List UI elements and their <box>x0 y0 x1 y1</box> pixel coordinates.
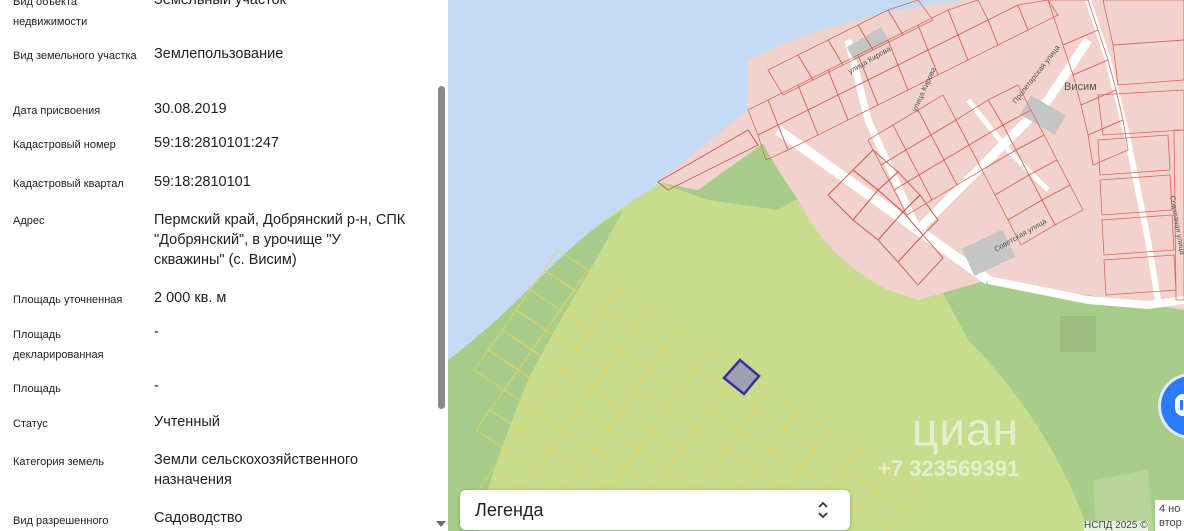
info-value: 59:18:2810101 <box>154 174 251 190</box>
info-value: - <box>154 324 159 340</box>
forest-area <box>1060 316 1096 352</box>
info-value: Садоводство <box>154 510 243 526</box>
info-label: Кадастровый квартал <box>13 178 124 190</box>
cian-watermark: циан +7 323569391 <box>860 400 1090 490</box>
map-attribution: НСПД 2025 © <box>1084 520 1148 531</box>
village-label: Висим <box>1064 81 1097 93</box>
info-value: Учтенный <box>154 414 220 430</box>
info-label: Кадастровый номер <box>13 139 116 151</box>
info-label: Вид земельного участка <box>13 50 137 62</box>
info-value: 30.08.2019 <box>154 101 227 117</box>
property-info-panel: Вид объекта недвижимости Земельный участ… <box>0 0 448 531</box>
chevron-up-down-icon <box>818 501 828 519</box>
info-value: 2 000 кв. м <box>154 290 227 306</box>
info-value: Земли сельскохозяйственного назначения <box>154 452 359 488</box>
scale-text: 4 но <box>1159 503 1181 515</box>
info-label: Площадь <box>13 383 61 395</box>
info-value: 59:18:2810101:247 <box>154 135 279 151</box>
info-value: - <box>154 378 159 394</box>
info-label: Вид разрешенного <box>13 515 109 527</box>
legend-dropdown[interactable]: Легенда <box>460 490 850 530</box>
info-value: Землепользование <box>154 46 284 62</box>
info-label: Площадь уточненная <box>13 294 123 306</box>
scroll-down-arrow-icon[interactable] <box>436 521 446 527</box>
info-value: Земельный участок <box>154 0 286 8</box>
info-label: Адрес <box>13 215 45 227</box>
info-label: Площадь декларированная <box>13 329 104 361</box>
panel-scrollbar-thumb[interactable] <box>438 86 445 409</box>
scale-indicator: 4 но втор <box>1155 500 1184 531</box>
info-label: Дата присвоения <box>13 105 101 117</box>
watermark-brand: циан <box>912 403 1020 455</box>
watermark-phone: +7 323569391 <box>878 456 1020 481</box>
info-label: Статус <box>13 418 48 430</box>
info-value: Пермский край, Добрянский р-н, СПК "Добр… <box>154 212 406 268</box>
scale-text: втор <box>1159 517 1182 529</box>
info-label: Категория земель <box>13 456 104 468</box>
legend-label: Легенда <box>475 500 544 520</box>
info-label: Вид объекта недвижимости <box>13 0 88 28</box>
